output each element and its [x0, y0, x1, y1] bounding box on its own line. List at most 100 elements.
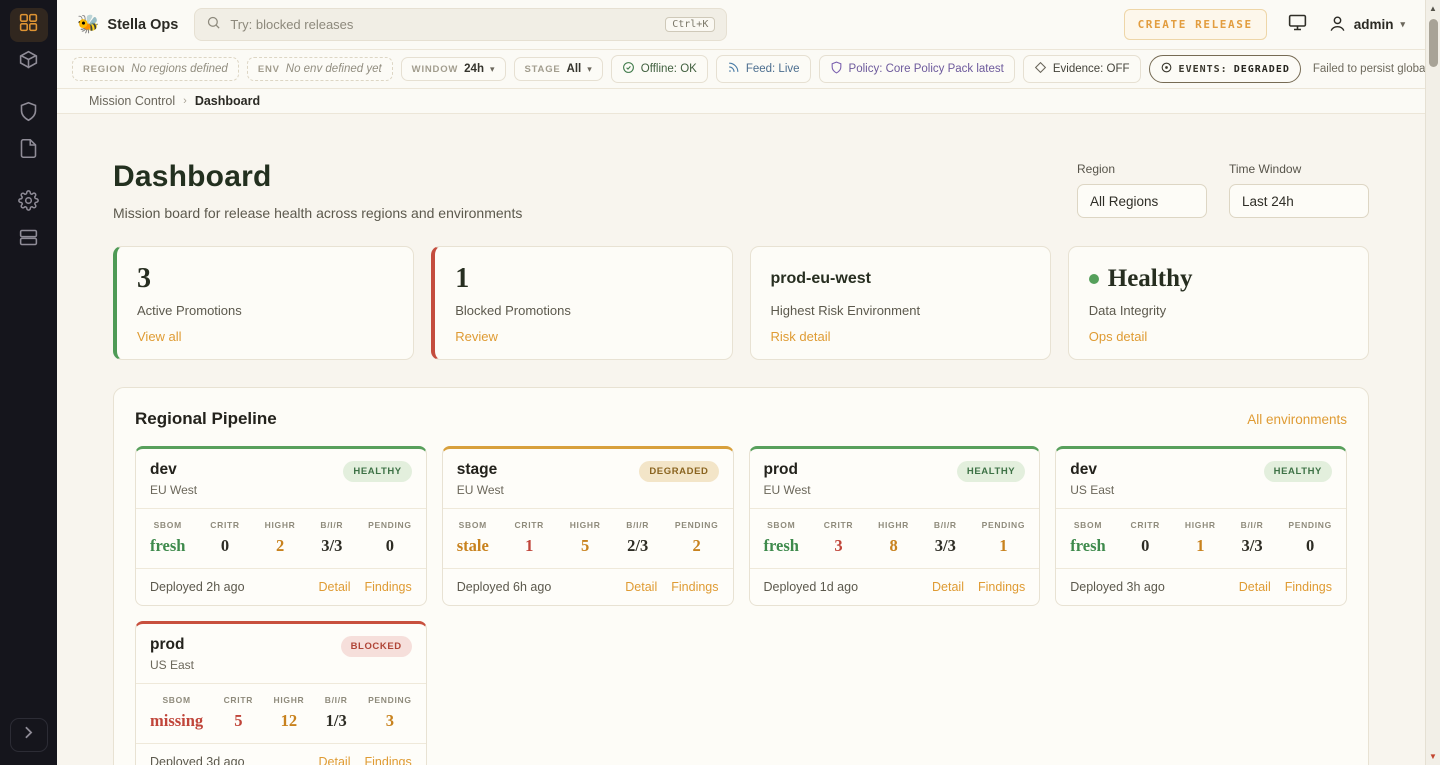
metric-highr: HIGHR8 [878, 520, 909, 556]
package-icon [18, 49, 39, 75]
metric-value: 5 [570, 536, 601, 556]
metric-pending: PENDING2 [675, 520, 719, 556]
metric-label: SBOM [764, 520, 799, 530]
env-region: EU West [457, 483, 504, 497]
page-heading-block: Dashboard Mission board for release heal… [113, 160, 522, 221]
topbar: 🐝 Stella Ops Ctrl+K CREATE RELEASE admin… [57, 0, 1425, 50]
metric-value: 3/3 [934, 536, 957, 556]
evidence-status-pill[interactable]: Evidence: OFF [1023, 55, 1141, 83]
env-card-links: Detail Findings [319, 755, 412, 765]
review-link[interactable]: Review [455, 329, 498, 344]
metric-label: PENDING [368, 695, 412, 705]
feed-status-pill[interactable]: Feed: Live [716, 55, 811, 83]
env-metrics: SBOMstale CRITR1 HIGHR5 B/I/R2/3 PENDING… [443, 509, 733, 569]
view-all-link[interactable]: View all [137, 329, 182, 344]
metric-value: 0 [1131, 536, 1160, 556]
detail-link[interactable]: Detail [319, 580, 351, 594]
deployed-text: Deployed 1d ago [764, 580, 859, 594]
metric-label: CRITR [1131, 520, 1160, 530]
detail-link[interactable]: Detail [932, 580, 964, 594]
metric-label: SBOM [150, 695, 203, 705]
sidebar-expand-button[interactable] [10, 718, 48, 752]
page-header: Dashboard Mission board for release heal… [113, 160, 1369, 221]
env-region: US East [1070, 483, 1114, 497]
env-name: prod [764, 461, 811, 479]
healthy-dot-icon [1089, 274, 1099, 284]
sidebar-item-settings[interactable] [10, 186, 48, 220]
page-filters: Region All Regions Time Window Last 24h [1077, 160, 1369, 218]
all-environments-link[interactable]: All environments [1247, 412, 1347, 427]
risk-detail-link[interactable]: Risk detail [771, 329, 831, 344]
shield-icon [830, 61, 843, 77]
metric-label: CRITR [515, 520, 544, 530]
stage-context-dropdown[interactable]: STAGE All ▾ [514, 57, 603, 81]
env-card-footer: Deployed 3h ago Detail Findings [1056, 569, 1346, 605]
scroll-down-arrow-icon[interactable]: ▼ [1429, 748, 1437, 765]
grid-icon [18, 12, 39, 38]
env-name: dev [150, 461, 197, 479]
sidebar [0, 0, 57, 765]
shield-icon [18, 101, 39, 127]
display-mode-button[interactable] [1287, 12, 1308, 38]
metric-critr: CRITR5 [224, 695, 253, 731]
detail-link[interactable]: Detail [1239, 580, 1271, 594]
env-card-dev-us-east: dev US East HEALTHY SBOMfresh CRITR0 HIG… [1055, 446, 1347, 606]
breadcrumb-mission-control[interactable]: Mission Control [89, 94, 175, 108]
detail-link[interactable]: Detail [625, 580, 657, 594]
sidebar-item-documents[interactable] [10, 134, 48, 168]
ops-detail-link[interactable]: Ops detail [1089, 329, 1148, 344]
metric-label: PENDING [368, 520, 412, 530]
context-warning-text: Failed to persist global context prefere… [1313, 63, 1440, 75]
gear-icon [18, 190, 39, 216]
env-card-footer: Deployed 6h ago Detail Findings [443, 569, 733, 605]
findings-link[interactable]: Findings [1285, 580, 1332, 594]
metric-value: 2/3 [626, 536, 649, 556]
metric-label: HIGHR [570, 520, 601, 530]
detail-link[interactable]: Detail [319, 755, 351, 765]
sidebar-item-releases[interactable] [10, 45, 48, 79]
region-filter-select[interactable]: All Regions [1077, 184, 1207, 218]
policy-status-pill[interactable]: Policy: Core Policy Pack latest [819, 55, 1015, 83]
env-card-links: Detail Findings [1239, 580, 1332, 594]
sidebar-item-dashboard[interactable] [10, 8, 48, 42]
metric-label: B/I/R [626, 520, 649, 530]
search-input[interactable] [230, 17, 656, 32]
metric-value: 2 [265, 536, 296, 556]
metric-highr: HIGHR12 [273, 695, 304, 731]
topbar-actions: CREATE RELEASE admin ▾ [1124, 9, 1405, 40]
sidebar-item-security[interactable] [10, 97, 48, 131]
metric-label: CRITR [824, 520, 853, 530]
deployed-text: Deployed 3d ago [150, 755, 245, 765]
scroll-up-arrow-icon[interactable]: ▲ [1429, 0, 1437, 17]
metric-highr: HIGHR1 [1185, 520, 1216, 556]
metric-label: PENDING [675, 520, 719, 530]
findings-link[interactable]: Findings [978, 580, 1025, 594]
offline-status-pill[interactable]: Offline: OK [611, 55, 708, 83]
findings-link[interactable]: Findings [365, 580, 412, 594]
env-card-footer: Deployed 2h ago Detail Findings [136, 569, 426, 605]
metric-bir: B/I/R3/3 [934, 520, 957, 556]
metric-label: CRITR [210, 520, 239, 530]
page-scrollbar[interactable]: ▲ ▼ [1425, 0, 1440, 765]
stat-label: Blocked Promotions [455, 303, 711, 318]
metric-sbom: SBOMstale [457, 520, 489, 556]
seal-icon [1034, 61, 1047, 77]
sidebar-item-infrastructure[interactable] [10, 223, 48, 257]
user-icon [1328, 14, 1347, 36]
env-card-prod-us-east: prod US East BLOCKED SBOMmissing CRITR5 … [135, 621, 427, 765]
events-status-pill[interactable]: EVENTS: DEGRADED [1149, 55, 1301, 83]
create-release-button[interactable]: CREATE RELEASE [1124, 9, 1267, 40]
window-context-dropdown[interactable]: WINDOW 24h ▾ [401, 57, 506, 81]
time-window-filter-select[interactable]: Last 24h [1229, 184, 1369, 218]
stat-label: Highest Risk Environment [771, 303, 1030, 318]
findings-link[interactable]: Findings [365, 755, 412, 765]
env-metrics: SBOMfresh CRITR0 HIGHR2 B/I/R3/3 PENDING… [136, 509, 426, 569]
window-context-value: 24h [464, 63, 484, 75]
scrollbar-thumb[interactable] [1429, 19, 1438, 67]
brand[interactable]: 🐝 Stella Ops [77, 14, 178, 35]
metric-label: B/I/R [320, 520, 343, 530]
region-context-pill[interactable]: REGION No regions defined [72, 57, 239, 81]
findings-link[interactable]: Findings [671, 580, 718, 594]
user-menu[interactable]: admin ▾ [1328, 14, 1405, 36]
env-context-pill[interactable]: ENV No env defined yet [247, 57, 393, 81]
